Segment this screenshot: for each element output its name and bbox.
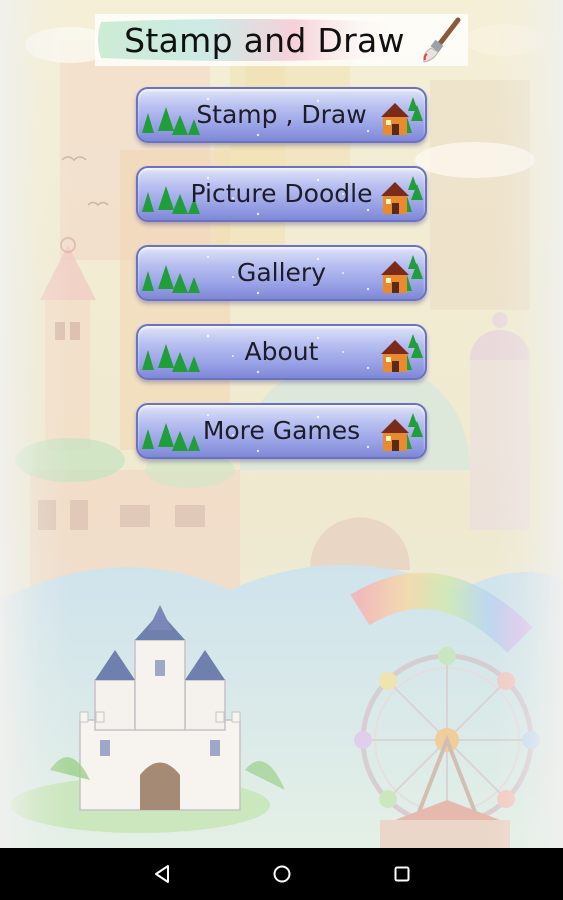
- house-icon: [381, 413, 423, 451]
- house-icon: [381, 255, 423, 293]
- more-games-button[interactable]: More Games: [136, 403, 427, 459]
- house-icon: [381, 334, 423, 372]
- app-title-banner: Stamp and Draw: [95, 14, 468, 66]
- system-navigation-bar: [0, 848, 563, 900]
- house-icon: [381, 176, 423, 214]
- stamp-draw-button[interactable]: Stamp , Draw: [136, 87, 427, 143]
- about-button[interactable]: About: [136, 324, 427, 380]
- gallery-button[interactable]: Gallery: [136, 245, 427, 301]
- back-icon[interactable]: [148, 860, 176, 888]
- recents-icon[interactable]: [388, 860, 416, 888]
- app-title: Stamp and Draw: [124, 20, 405, 60]
- picture-doodle-button[interactable]: Picture Doodle: [136, 166, 427, 222]
- house-icon: [381, 97, 423, 135]
- paintbrush-icon: [423, 17, 461, 63]
- home-icon[interactable]: [268, 860, 296, 888]
